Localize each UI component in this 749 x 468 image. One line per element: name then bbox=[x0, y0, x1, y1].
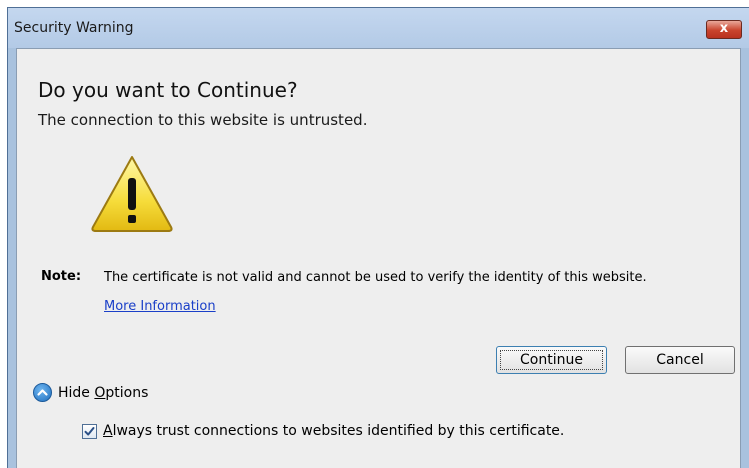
window-title: Security Warning bbox=[14, 20, 134, 36]
always-trust-row[interactable]: Always trust connections to websites ide… bbox=[82, 423, 564, 439]
dialog-subheading: The connection to this website is untrus… bbox=[38, 111, 368, 129]
always-trust-label: Always trust connections to websites ide… bbox=[103, 423, 565, 439]
hide-options-toggle[interactable]: Hide Options bbox=[33, 383, 148, 402]
close-icon: x bbox=[719, 21, 729, 36]
more-information-link-text: More Information bbox=[104, 299, 216, 314]
warning-icon bbox=[91, 156, 173, 232]
focus-ring bbox=[500, 350, 603, 370]
note-text: The certificate is not valid and cannot … bbox=[104, 270, 647, 285]
dialog-body: Do you want to Continue? The connection … bbox=[16, 48, 741, 468]
close-button[interactable]: x bbox=[706, 20, 742, 39]
dialog-heading: Do you want to Continue? bbox=[38, 78, 298, 102]
cancel-button[interactable]: Cancel bbox=[625, 346, 735, 374]
continue-button[interactable]: Continue bbox=[496, 346, 607, 374]
note-label: Note: bbox=[41, 269, 82, 284]
hide-options-label: Hide Options bbox=[58, 384, 149, 401]
always-trust-checkbox[interactable] bbox=[82, 423, 97, 439]
dialog-window: Security Warning x Do you want to Contin… bbox=[7, 7, 749, 468]
title-bar[interactable]: Security Warning x bbox=[8, 8, 749, 48]
cancel-label: Cancel bbox=[656, 352, 704, 368]
more-information-link[interactable]: More Information bbox=[104, 299, 216, 314]
chevron-up-icon bbox=[33, 383, 52, 402]
